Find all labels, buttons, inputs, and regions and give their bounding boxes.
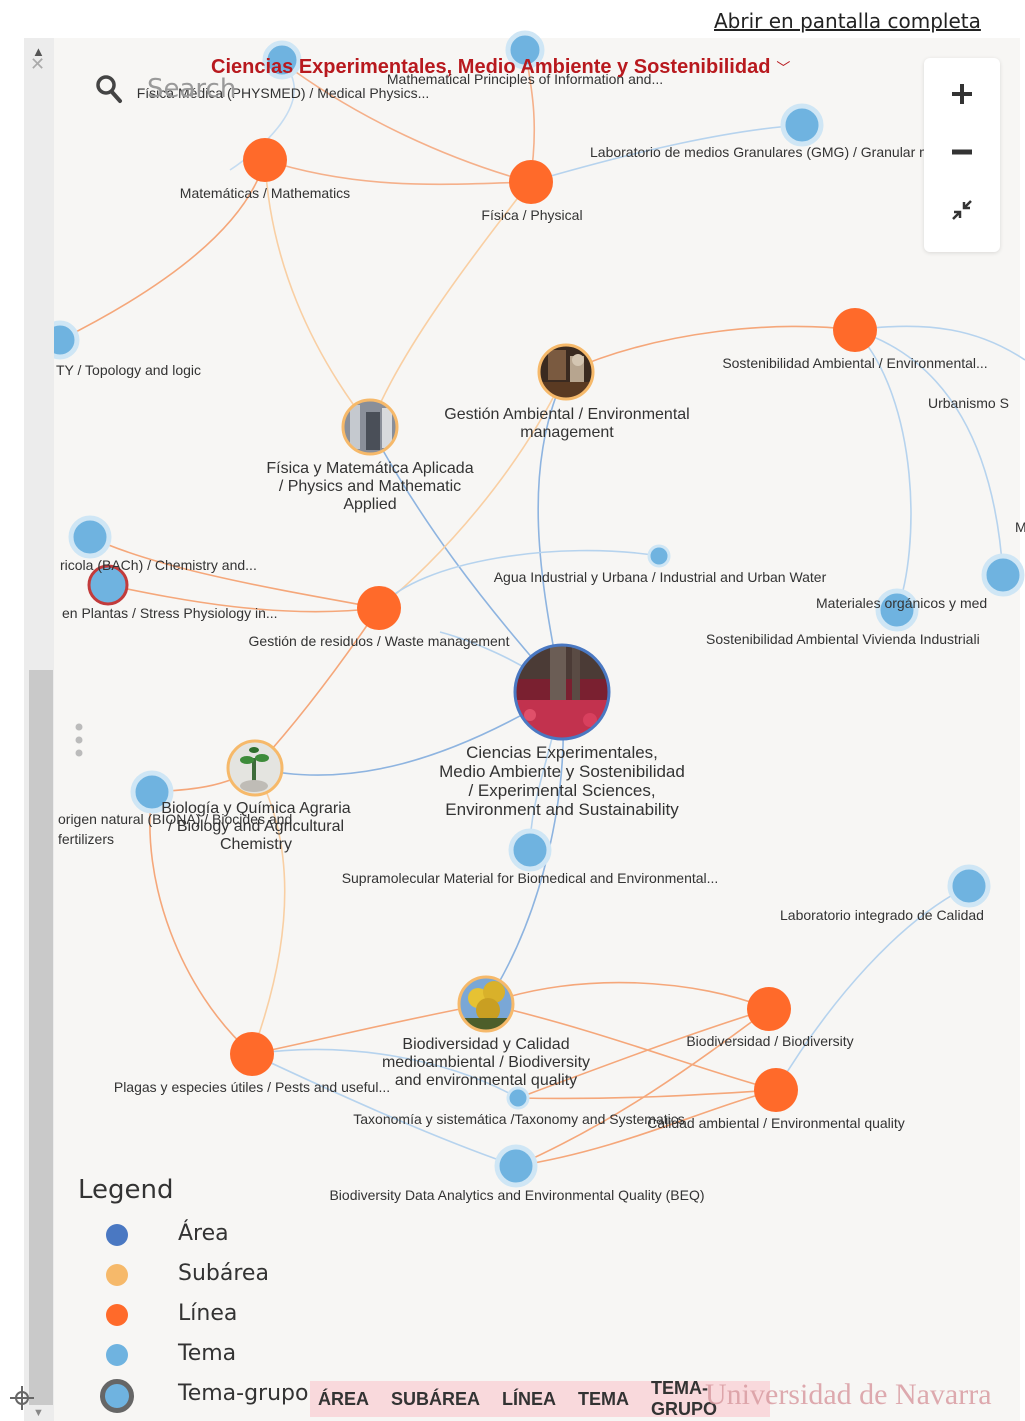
zoom-out-button[interactable] [924, 124, 1000, 180]
node-subarea-biologia-quimica[interactable] [226, 739, 284, 797]
node-label-sostenibilidad: Sostenibilidad Ambiental / Environmental… [722, 355, 987, 371]
drag-handle-icon[interactable] [74, 722, 84, 758]
node-label-t-stress: en Plantas / Stress Physiology in... [62, 605, 278, 621]
node-label-matematicas: Matemáticas / Mathematics [180, 185, 350, 201]
filter-bar: ÁREA SUBÁREA LÍNEA TEMA TEMA-GRUPO [310, 1378, 770, 1419]
legend-dot-subarea [106, 1264, 128, 1286]
filter-tema-button[interactable]: TEMA [578, 1389, 629, 1410]
filter-area-button[interactable]: ÁREA [318, 1389, 369, 1410]
node-label-fisica: Física / Physical [481, 207, 582, 223]
node-area[interactable] [513, 643, 611, 741]
network-graph[interactable]: Ciencias Experimentales, Medio Ambiente y… [0, 0, 1025, 1421]
node-tema-beq[interactable] [494, 1144, 538, 1188]
node-label-t-edge-m: M [1015, 519, 1025, 535]
node-linea-calidad[interactable] [754, 1068, 798, 1112]
node-tema-labcal[interactable] [947, 864, 991, 908]
node-label-area: Ciencias Experimentales, Medio Ambiente y… [439, 743, 685, 819]
legend-label: Área [178, 1221, 229, 1246]
node-tema-m[interactable] [981, 553, 1025, 597]
node-label-t-beq: Biodiversity Data Analytics and Environm… [329, 1187, 704, 1203]
node-subarea-biodiversidad-calidad[interactable] [457, 975, 515, 1033]
node-linea-plagas[interactable] [230, 1032, 274, 1076]
graph-title-dropdown[interactable]: Ciencias Experimentales, Medio Ambiente … [211, 56, 790, 79]
node-label-t-labcal: Laboratorio integrado de Calidad [780, 907, 984, 923]
node-label-biodiv-cal: Biodiversidad y Calidad medioambiental / … [382, 1036, 590, 1089]
university-watermark: Universidad de Navarra [705, 1378, 992, 1411]
node-label-t-taxonomia: Taxonomía y sistemática /Taxonomy and Sy… [353, 1111, 684, 1127]
node-label-biodiversidad: Biodiversidad / Biodiversity [686, 1033, 853, 1049]
edge [264, 159, 531, 186]
legend-title: Legend [78, 1175, 174, 1205]
node-tema-agua[interactable] [647, 544, 671, 568]
node-subarea-fisica-matematica[interactable] [341, 398, 399, 456]
search-icon[interactable] [95, 74, 123, 104]
linea-nodes[interactable] [230, 138, 877, 1112]
node-label-calidad: Calidad ambiental / Environmental qualit… [647, 1115, 905, 1131]
filter-subarea-button[interactable]: SUBÁREA [391, 1389, 480, 1410]
legend-label: Subárea [178, 1261, 269, 1286]
legend-label: Línea [178, 1301, 238, 1326]
legend-dot-linea [106, 1304, 128, 1326]
scroll-close-icon[interactable]: ✕ [30, 54, 45, 75]
edge [485, 981, 770, 1010]
zoom-controls [924, 58, 1000, 252]
node-label-t-gmg: Laboratorio de medios Granulares (GMG) /… [590, 144, 969, 160]
node-tema-taxonomia[interactable] [506, 1086, 530, 1110]
node-linea-fisica[interactable] [509, 160, 553, 204]
node-linea-matematicas[interactable] [243, 138, 287, 182]
node-tema-supra[interactable] [508, 828, 552, 872]
node-linea-sostenibilidad[interactable] [833, 308, 877, 352]
node-label-t-vivienda: Sostenibilidad Ambiental Vivienda Indust… [706, 631, 980, 647]
edge [254, 607, 380, 769]
node-label-t-bach: ricola (BACh) / Chemistry and... [60, 557, 257, 573]
legend-dot-tema-grupo [100, 1379, 134, 1413]
plus-icon [952, 84, 972, 104]
node-tema-gmg[interactable] [780, 103, 824, 147]
legend-dot-area [106, 1224, 128, 1246]
node-subarea-gestion-ambiental[interactable] [537, 343, 595, 401]
scrollbar-thumb[interactable] [29, 670, 53, 1405]
node-label-t-supra: Supramolecular Material for Biomedical a… [342, 870, 719, 886]
filter-linea-button[interactable]: LÍNEA [502, 1389, 556, 1410]
node-label-gestion-res: Gestión de residuos / Waste management [249, 633, 510, 649]
graph-title-label: Ciencias Experimentales, Medio Ambiente … [211, 56, 771, 78]
zoom-in-button[interactable] [924, 66, 1000, 122]
move-icon[interactable] [8, 1384, 36, 1412]
node-tema-bach[interactable] [68, 515, 112, 559]
node-label-plagas: Plagas y especies útiles / Pests and use… [114, 1079, 390, 1095]
chevron-down-icon: ﹀ [776, 60, 791, 76]
node-linea-biodiversidad[interactable] [747, 987, 791, 1031]
graph-labels: Ciencias Experimentales, Medio Ambiente y… [56, 71, 1025, 1203]
node-label-gestion-amb: Gestión Ambiental / Environmental managem… [444, 406, 689, 441]
node-label-fisica-mat: Física y Matemática Aplicada / Physics an… [266, 460, 473, 513]
node-label-t-urbanismo: Urbanismo S [928, 395, 1009, 411]
node-label-t-materiales: Materiales orgánicos y med [816, 595, 987, 611]
fit-view-button[interactable] [924, 182, 1000, 238]
node-label-t-topology: TY / Topology and logic [56, 362, 201, 378]
legend-label: Tema [178, 1341, 237, 1366]
collapse-icon [952, 200, 972, 220]
node-label-t-agua: Agua Industrial y Urbana / Industrial an… [494, 569, 827, 585]
legend-dot-tema [106, 1344, 128, 1366]
node-linea-gestion-residuos[interactable] [357, 586, 401, 630]
legend-label: Tema-grupo [178, 1381, 309, 1406]
minus-icon [952, 149, 972, 155]
edge [854, 329, 912, 611]
